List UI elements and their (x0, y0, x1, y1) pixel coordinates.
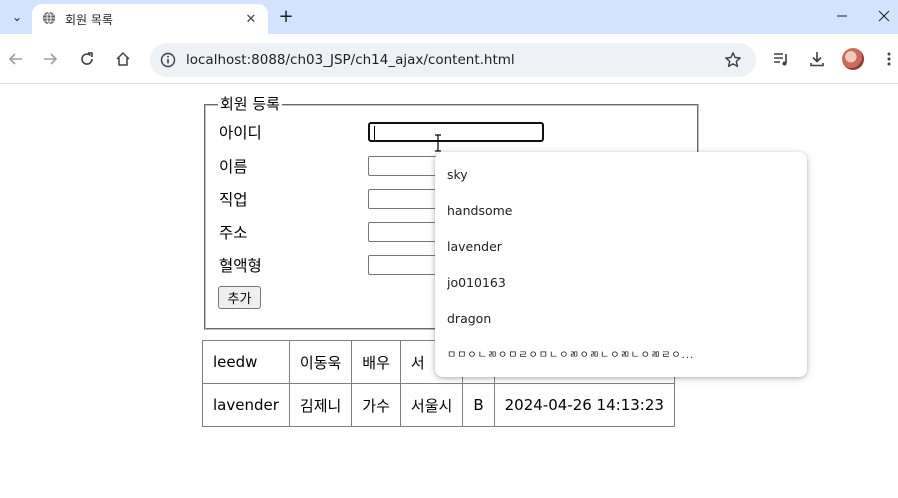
table-cell-blood: B (462, 383, 495, 427)
table-cell-date: 2024-04-26 14:13:23 (493, 383, 675, 427)
star-icon[interactable] (724, 51, 742, 69)
tab-title: 회원 목록 (65, 13, 113, 27)
table-cell-job: 배우 (351, 340, 401, 384)
autocomplete-dropdown: sky handsome lavender jo010163 dragon ㅁㅁ… (435, 152, 807, 377)
table-cell-name: 김제니 (288, 383, 353, 427)
label-name: 이름 (219, 158, 248, 176)
browser-tab[interactable]: 회원 목록 ✕ (32, 4, 268, 34)
tab-strip: ⌄ 회원 목록 ✕ + (0, 0, 898, 34)
table-cell-address: 서울시 (399, 383, 464, 427)
profile-avatar[interactable] (842, 48, 864, 70)
table-cell-id: lavender (202, 383, 290, 427)
autocomplete-option[interactable]: jo010163 (447, 275, 506, 290)
label-blood-type: 혈액형 (219, 257, 262, 275)
globe-icon (42, 11, 56, 25)
autocomplete-option[interactable]: handsome (447, 203, 512, 218)
browser-toolbar: localhost:8088/ch03_JSP/ch14_ajax/conten… (0, 34, 898, 84)
arrow-right-icon[interactable] (39, 48, 61, 70)
reload-icon[interactable] (76, 48, 98, 70)
plus-icon[interactable]: + (276, 6, 296, 27)
text-caret (374, 126, 375, 140)
table-cell-name: 이동욱 (288, 340, 353, 384)
download-icon[interactable] (806, 48, 828, 70)
close-icon[interactable]: ✕ (242, 10, 260, 28)
kebab-menu-icon[interactable] (878, 48, 898, 70)
arrow-left-icon[interactable] (5, 48, 27, 70)
address-bar[interactable]: localhost:8088/ch03_JSP/ch14_ajax/conten… (150, 43, 756, 77)
autocomplete-option[interactable]: ㅁㅁㅇㄴㄻㅇㅁㄹㅇㅁㄴㅇㄻㅇㄻㄴㅇㄻㄴㅇㄻㄹㅇ... (447, 346, 694, 361)
table-row: lavender 김제니 가수 서울시 B 2024-04-26 14:13:2… (202, 383, 675, 427)
autocomplete-option[interactable]: lavender (447, 239, 502, 254)
autocomplete-option[interactable]: dragon (447, 311, 491, 326)
close-window-icon[interactable] (862, 3, 898, 29)
url-text: localhost:8088/ch03_JSP/ch14_ajax/conten… (186, 52, 515, 68)
add-button[interactable]: 추가 (218, 286, 261, 309)
form-legend: 회원 등록 (218, 93, 282, 114)
table-cell-id: leedw (202, 340, 290, 384)
autocomplete-option[interactable]: sky (447, 167, 468, 182)
table-cell-job: 가수 (351, 383, 401, 427)
media-control-icon[interactable] (770, 48, 792, 70)
info-icon[interactable] (160, 52, 176, 68)
text-cursor-icon (435, 134, 441, 152)
tab-search-chevron-icon[interactable]: ⌄ (6, 7, 28, 27)
maximize-icon[interactable] (820, 3, 864, 29)
label-address: 주소 (219, 224, 248, 242)
label-job: 직업 (219, 191, 248, 209)
home-icon[interactable] (112, 48, 134, 70)
label-id: 아이디 (219, 124, 262, 142)
id-input[interactable] (368, 122, 544, 142)
